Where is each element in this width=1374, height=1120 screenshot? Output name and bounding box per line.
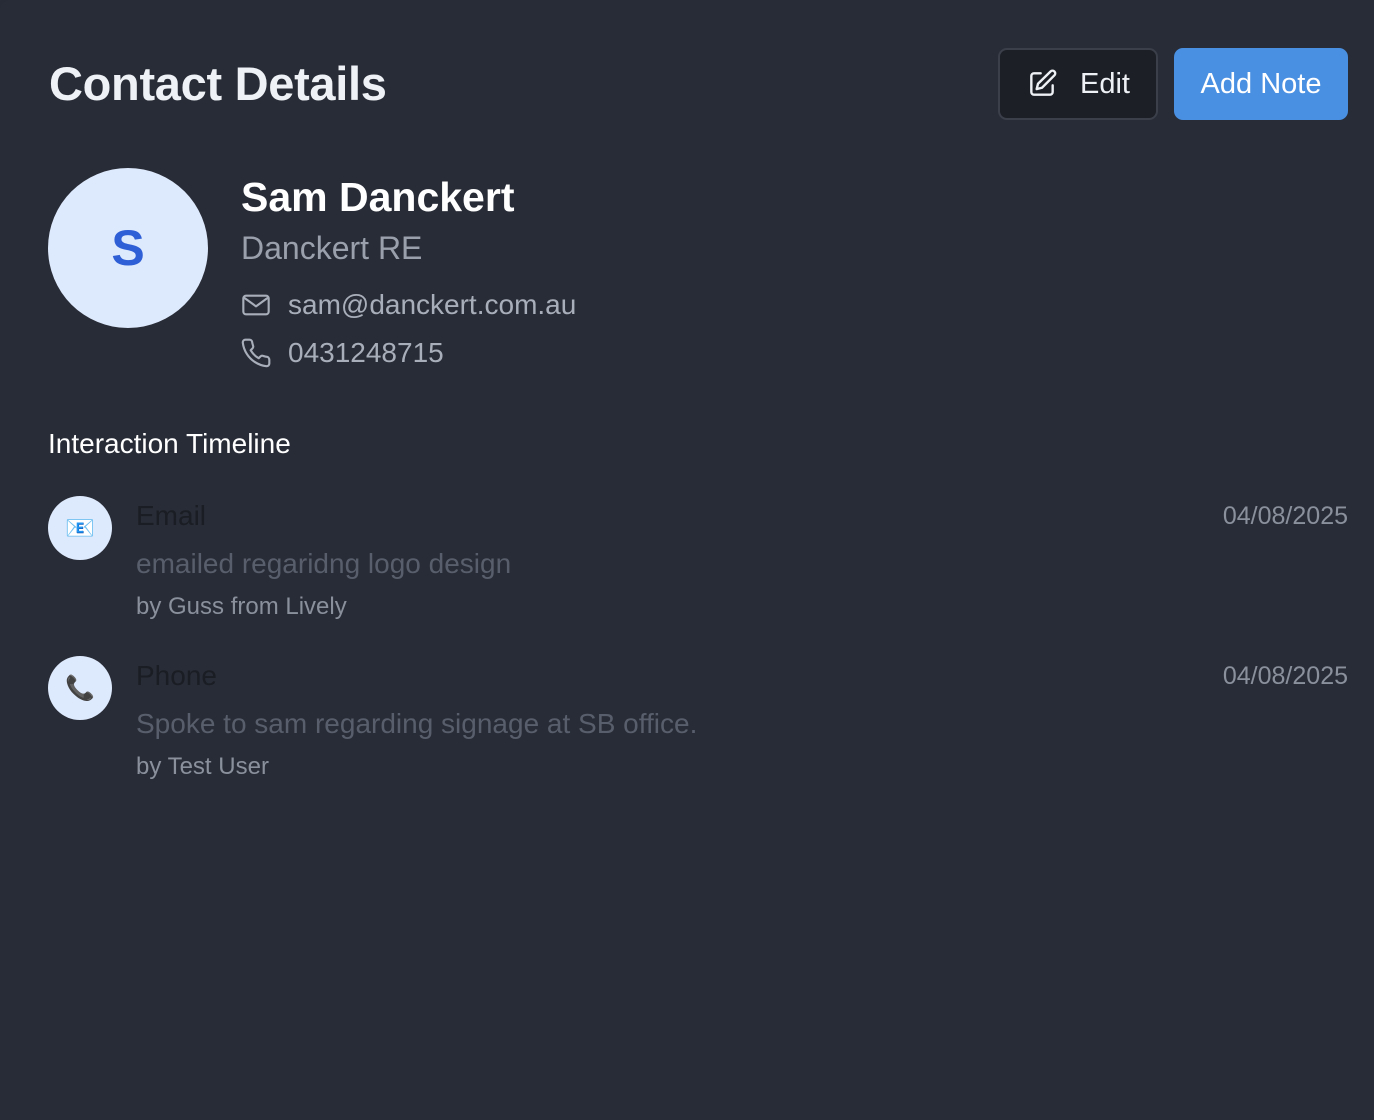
timeline-item-type: Email (136, 500, 207, 531)
contact-email[interactable]: sam@danckert.com.au (288, 289, 576, 321)
telephone-emoji-icon: 📞 (48, 656, 112, 720)
edit-button-label: Edit (1080, 67, 1130, 100)
timeline-item-author: by Guss from Lively (136, 593, 347, 620)
phone-icon (240, 337, 272, 369)
contact-company: Danckert RE (241, 230, 423, 266)
page-title: Contact Details (49, 57, 387, 110)
avatar: S (48, 168, 208, 328)
avatar-initial: S (111, 220, 145, 276)
contact-phone-row[interactable]: 0431248715 (240, 337, 444, 369)
edit-icon (1026, 68, 1058, 100)
edit-button[interactable]: Edit (998, 48, 1158, 120)
timeline-item-description: emailed regaridng logo design (136, 548, 512, 579)
timeline-item-author: by Test User (136, 753, 269, 780)
timeline-item: 📧 Email 04/08/2025 emailed regaridng log… (48, 496, 1348, 636)
timeline-item-date: 04/08/2025 (1222, 502, 1348, 530)
contact-phone[interactable]: 0431248715 (288, 337, 444, 369)
timeline-item-description: Spoke to sam regarding signage at SB off… (136, 708, 698, 739)
timeline-item: 📞 Phone 04/08/2025 Spoke to sam regardin… (48, 656, 1348, 796)
contact-name: Sam Danckert (241, 174, 515, 220)
timeline-item-type: Phone (136, 660, 217, 691)
add-note-button[interactable]: Add Note (1174, 48, 1348, 120)
add-note-button-label: Add Note (1200, 67, 1322, 100)
timeline-title: Interaction Timeline (48, 428, 291, 459)
timeline-item-date: 04/08/2025 (1222, 662, 1348, 690)
mail-icon (240, 289, 272, 321)
envelope-emoji-icon: 📧 (48, 496, 112, 560)
contact-details-panel: Contact Details Edit Add Note S Sam Danc… (0, 0, 1374, 1120)
contact-email-row[interactable]: sam@danckert.com.au (240, 289, 576, 321)
